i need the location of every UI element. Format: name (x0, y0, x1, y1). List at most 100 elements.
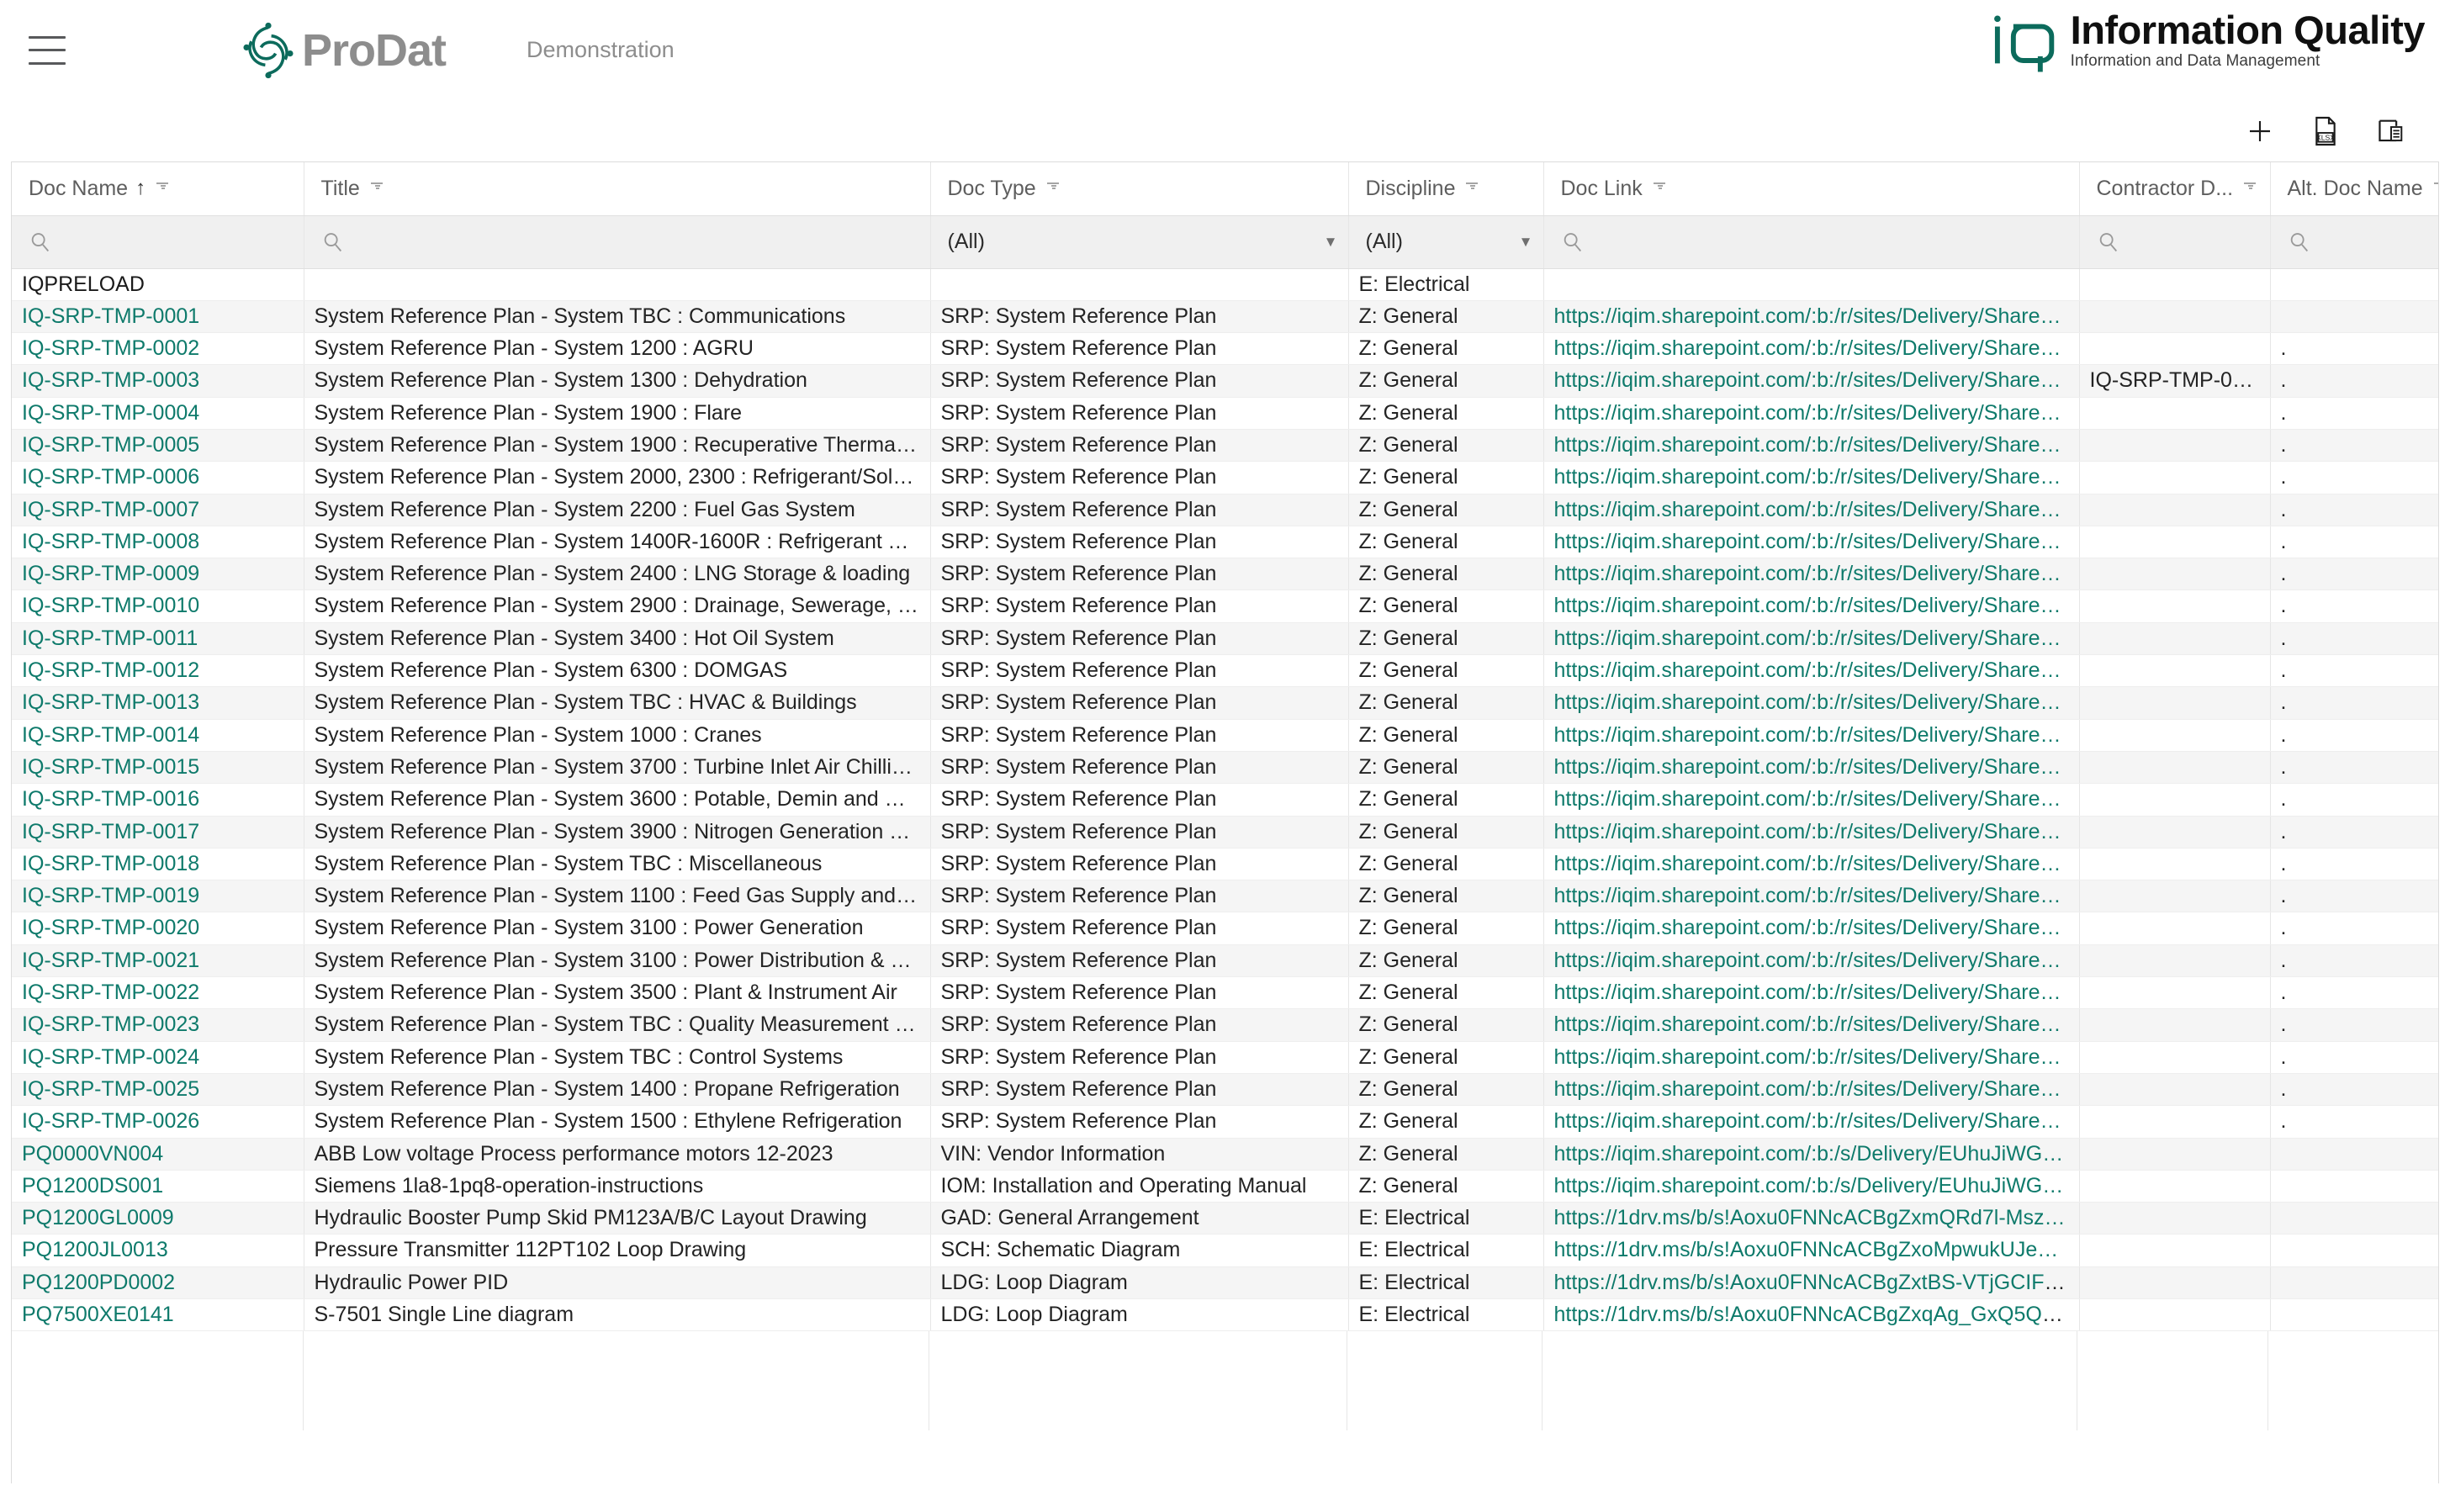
cell-doc_name[interactable]: IQPRELOAD (12, 268, 304, 301)
cell-doc_link[interactable]: https://iqim.sharepoint.com/:b:/r/sites/… (1543, 848, 2080, 881)
cell-doc_name[interactable]: IQ-SRP-TMP-0020 (12, 912, 304, 945)
cell-doc_link[interactable]: https://iqim.sharepoint.com/:b:/r/sites/… (1543, 461, 2080, 494)
cell-doc_name[interactable]: IQ-SRP-TMP-0016 (12, 783, 304, 817)
table-row[interactable]: IQ-SRP-TMP-0007 System Reference Plan - S… (12, 494, 2438, 526)
cell-doc_link[interactable]: https://1drv.ms/b/s!Aoxu0FNNcACBgZxmQRd7… (1543, 1202, 2080, 1235)
cell-doc_link[interactable]: https://iqim.sharepoint.com/:b:/s/Delive… (1543, 1170, 2080, 1203)
filter-cell-title[interactable] (304, 215, 931, 269)
table-row[interactable]: PQ1200DS001 Siemens 1la8-1pq8-operation-i… (12, 1170, 2438, 1203)
table-row[interactable]: IQ-SRP-TMP-0005 System Reference Plan - S… (12, 429, 2438, 463)
doc-link-anchor[interactable]: https://iqim.sharepoint.com/:b:/r/sites/… (1554, 755, 2061, 779)
doc-link-anchor[interactable]: https://iqim.sharepoint.com/:b:/r/sites/… (1554, 304, 2061, 328)
cell-doc_link[interactable]: https://iqim.sharepoint.com/:b:/r/sites/… (1543, 816, 2080, 849)
doc-link-anchor[interactable]: https://iqim.sharepoint.com/:b:/r/sites/… (1554, 530, 2061, 553)
cell-doc_name[interactable]: IQ-SRP-TMP-0011 (12, 622, 304, 656)
cell-doc_link[interactable]: https://iqim.sharepoint.com/:b:/r/sites/… (1543, 429, 2080, 463)
cell-doc_name[interactable]: IQ-SRP-TMP-0025 (12, 1073, 304, 1107)
cell-doc_link[interactable]: https://1drv.ms/b/s!Aoxu0FNNcACBgZxqAg_G… (1543, 1298, 2080, 1332)
doc-link-anchor[interactable]: https://iqim.sharepoint.com/:b:/r/sites/… (1554, 368, 2061, 392)
table-row[interactable]: IQPRELOAD E: Electrical (12, 268, 2438, 301)
column-header-doc_type[interactable]: Doc Type (930, 162, 1349, 216)
doc-name-link[interactable]: IQ-SRP-TMP-0008 (22, 530, 199, 553)
cell-doc_link[interactable]: https://1drv.ms/b/s!Aoxu0FNNcACBgZxoMpwu… (1543, 1234, 2080, 1267)
cell-doc_name[interactable]: PQ1200DS001 (12, 1170, 304, 1203)
filter-cell-alt_name[interactable] (2270, 215, 2438, 269)
cell-doc_link[interactable]: https://iqim.sharepoint.com/:b:/r/sites/… (1543, 526, 2080, 559)
doc-link-anchor[interactable]: https://iqim.sharepoint.com/:b:/r/sites/… (1554, 916, 2061, 939)
doc-link-anchor[interactable]: https://iqim.sharepoint.com/:b:/r/sites/… (1554, 336, 2061, 360)
column-header-contractor[interactable]: Contractor D... (2079, 162, 2271, 216)
cell-doc_name[interactable]: IQ-SRP-TMP-0002 (12, 332, 304, 366)
doc-name-link[interactable]: PQ1200PD0002 (22, 1271, 175, 1294)
cell-doc_link[interactable]: https://iqim.sharepoint.com/:b:/r/sites/… (1543, 783, 2080, 817)
cell-doc_name[interactable]: IQ-SRP-TMP-0017 (12, 816, 304, 849)
cell-doc_link[interactable]: https://iqim.sharepoint.com/:b:/r/sites/… (1543, 912, 2080, 945)
table-row[interactable]: IQ-SRP-TMP-0004 System Reference Plan - S… (12, 397, 2438, 430)
cell-doc_link[interactable]: https://1drv.ms/b/s!Aoxu0FNNcACBgZxtBS-V… (1543, 1266, 2080, 1300)
cell-doc_link[interactable] (1543, 268, 2080, 301)
doc-name-link[interactable]: IQ-SRP-TMP-0007 (22, 498, 199, 521)
cell-doc_name[interactable]: PQ1200JL0013 (12, 1234, 304, 1267)
doc-link-anchor[interactable]: https://iqim.sharepoint.com/:b:/r/sites/… (1554, 1077, 2061, 1101)
cell-doc_name[interactable]: IQ-SRP-TMP-0009 (12, 558, 304, 591)
cell-doc_name[interactable]: PQ0000VN004 (12, 1138, 304, 1171)
filter-search-doc_name[interactable] (29, 216, 294, 268)
doc-name-link[interactable]: PQ1200DS001 (22, 1174, 163, 1197)
doc-link-anchor[interactable]: https://iqim.sharepoint.com/:b:/r/sites/… (1554, 723, 2061, 747)
doc-link-anchor[interactable]: https://iqim.sharepoint.com/:b:/r/sites/… (1554, 1045, 2061, 1069)
doc-name-link[interactable]: PQ7500XE0141 (22, 1303, 174, 1326)
doc-name-link[interactable]: IQ-SRP-TMP-0014 (22, 723, 199, 747)
doc-name-link[interactable]: IQ-SRP-TMP-0019 (22, 884, 199, 907)
table-row[interactable]: IQ-SRP-TMP-0012 System Reference Plan - S… (12, 654, 2438, 688)
filter-menu-icon[interactable] (2241, 180, 2259, 197)
doc-link-anchor[interactable]: https://1drv.ms/b/s!Aoxu0FNNcACBgZxtBS-V… (1554, 1271, 2079, 1294)
doc-link-anchor[interactable]: https://iqim.sharepoint.com/:b:/r/sites/… (1554, 626, 2061, 650)
column-header-discipline[interactable]: Discipline (1348, 162, 1544, 216)
cell-doc_link[interactable]: https://iqim.sharepoint.com/:b:/r/sites/… (1543, 1073, 2080, 1107)
cell-doc_link[interactable]: https://iqim.sharepoint.com/:b:/r/sites/… (1543, 558, 2080, 591)
doc-link-anchor[interactable]: https://iqim.sharepoint.com/:b:/r/sites/… (1554, 1012, 2061, 1036)
doc-link-anchor[interactable]: https://iqim.sharepoint.com/:b:/r/sites/… (1554, 562, 2061, 585)
column-header-doc_link[interactable]: Doc Link (1543, 162, 2080, 216)
cell-doc_name[interactable]: IQ-SRP-TMP-0003 (12, 364, 304, 398)
doc-name-link[interactable]: IQ-SRP-TMP-0018 (22, 852, 199, 875)
doc-name-link[interactable]: PQ1200JL0013 (22, 1238, 168, 1261)
cell-doc_link[interactable]: https://iqim.sharepoint.com/:b:/s/Delive… (1543, 1138, 2080, 1171)
doc-link-anchor[interactable]: https://iqim.sharepoint.com/:b:/r/sites/… (1554, 658, 2061, 682)
table-row[interactable]: IQ-SRP-TMP-0009 System Reference Plan - S… (12, 558, 2438, 591)
filter-select-discipline[interactable]: (All) ▼ (1366, 216, 1533, 268)
doc-name-link[interactable]: IQ-SRP-TMP-0022 (22, 981, 199, 1004)
doc-link-anchor[interactable]: https://iqim.sharepoint.com/:b:/s/Delive… (1554, 1174, 2064, 1197)
cell-doc_name[interactable]: IQ-SRP-TMP-0006 (12, 461, 304, 494)
column-chooser-button[interactable] (2373, 113, 2410, 150)
cell-doc_link[interactable]: https://iqim.sharepoint.com/:b:/r/sites/… (1543, 364, 2080, 398)
column-header-alt_name[interactable]: Alt. Doc Name (2270, 162, 2438, 216)
filter-menu-icon[interactable] (2431, 180, 2438, 197)
cell-doc_name[interactable]: IQ-SRP-TMP-0018 (12, 848, 304, 881)
table-row[interactable]: IQ-SRP-TMP-0010 System Reference Plan - S… (12, 589, 2438, 623)
cell-doc_name[interactable]: IQ-SRP-TMP-0022 (12, 976, 304, 1010)
brand-block[interactable]: ProDat (238, 20, 447, 81)
cell-doc_name[interactable]: IQ-SRP-TMP-0013 (12, 686, 304, 720)
cell-doc_name[interactable]: IQ-SRP-TMP-0019 (12, 880, 304, 913)
doc-link-anchor[interactable]: https://1drv.ms/b/s!Aoxu0FNNcACBgZxoMpwu… (1554, 1238, 2059, 1261)
doc-link-anchor[interactable]: https://iqim.sharepoint.com/:b:/r/sites/… (1554, 465, 2061, 489)
table-row[interactable]: IQ-SRP-TMP-0023 System Reference Plan - S… (12, 1008, 2438, 1042)
doc-link-anchor[interactable]: https://iqim.sharepoint.com/:b:/r/sites/… (1554, 787, 2061, 811)
doc-name-link[interactable]: IQ-SRP-TMP-0011 (22, 626, 198, 650)
doc-name-link[interactable]: IQ-SRP-TMP-0004 (22, 401, 199, 425)
table-row[interactable]: IQ-SRP-TMP-0001 System Reference Plan - S… (12, 300, 2438, 334)
cell-doc_name[interactable]: IQ-SRP-TMP-0005 (12, 429, 304, 463)
table-row[interactable]: IQ-SRP-TMP-0021 System Reference Plan - S… (12, 944, 2438, 978)
cell-doc_link[interactable]: https://iqim.sharepoint.com/:b:/r/sites/… (1543, 686, 2080, 720)
cell-doc_link[interactable]: https://iqim.sharepoint.com/:b:/r/sites/… (1543, 880, 2080, 913)
doc-name-link[interactable]: IQ-SRP-TMP-0024 (22, 1045, 199, 1069)
table-row[interactable]: IQ-SRP-TMP-0026 System Reference Plan - S… (12, 1105, 2438, 1139)
cell-doc_name[interactable]: IQ-SRP-TMP-0021 (12, 944, 304, 978)
cell-doc_name[interactable]: PQ1200PD0002 (12, 1266, 304, 1300)
table-row[interactable]: IQ-SRP-TMP-0019 System Reference Plan - S… (12, 880, 2438, 913)
doc-name-link[interactable]: IQ-SRP-TMP-0009 (22, 562, 199, 585)
cell-doc_link[interactable]: https://iqim.sharepoint.com/:b:/r/sites/… (1543, 751, 2080, 785)
doc-name-link[interactable]: IQ-SRP-TMP-0002 (22, 336, 199, 360)
cell-doc_link[interactable]: https://iqim.sharepoint.com/:b:/r/sites/… (1543, 622, 2080, 656)
